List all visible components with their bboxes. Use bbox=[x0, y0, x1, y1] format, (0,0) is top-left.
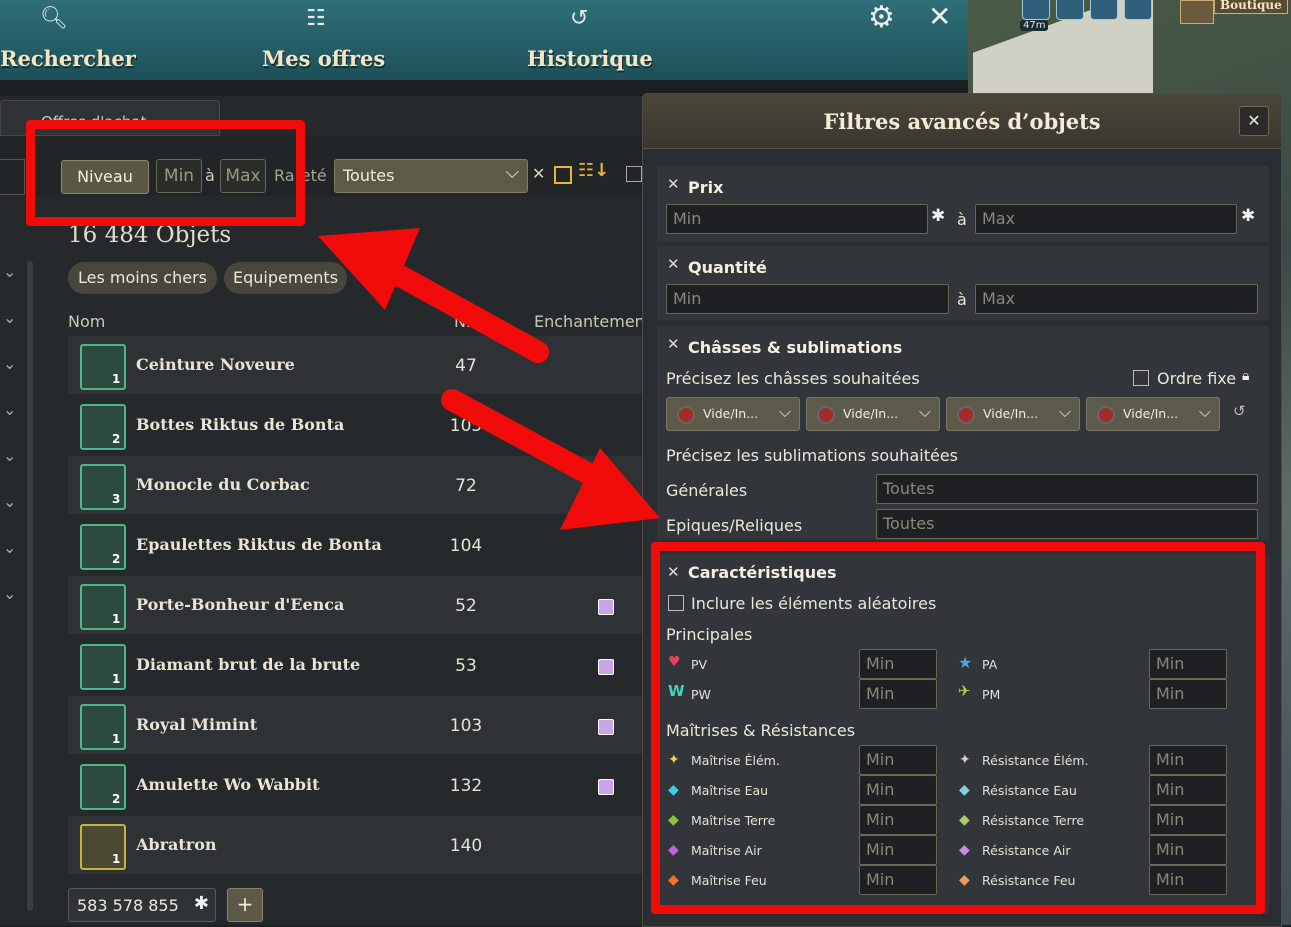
annotation-arrow bbox=[441, 389, 611, 491]
annotation-arrows bbox=[318, 228, 660, 530]
